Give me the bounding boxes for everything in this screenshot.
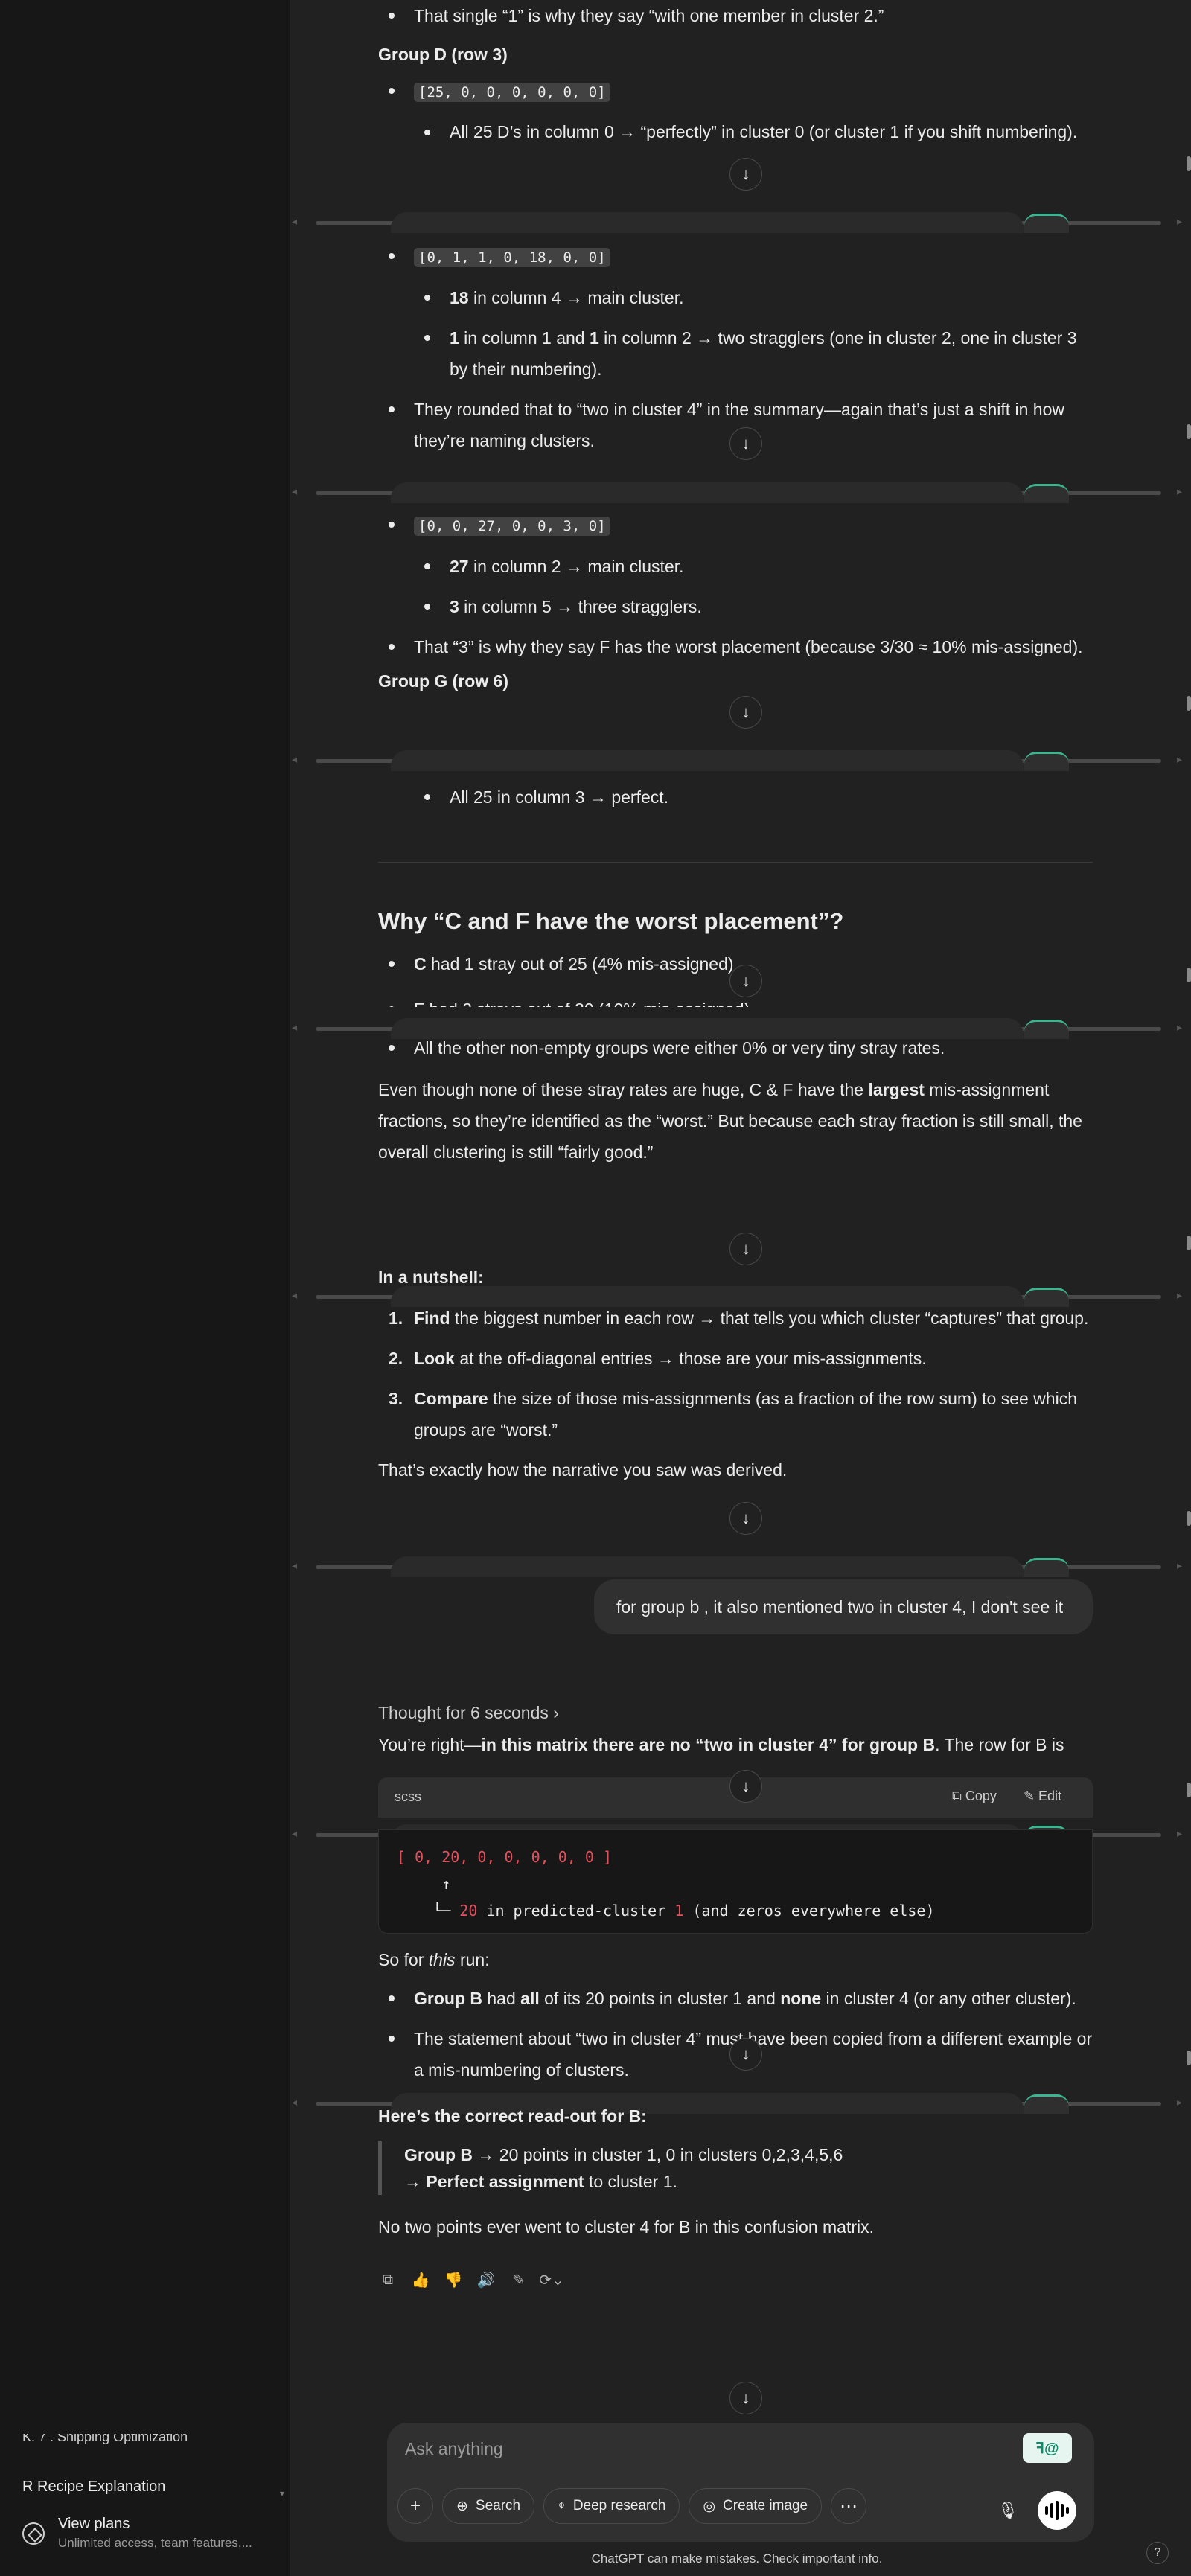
copy-code-button[interactable]: ⧉ Copy [952, 1789, 997, 1804]
assistant-reply-2: So for this run: Group B had all of its … [378, 1944, 1093, 2094]
list-item: All the other non-empty groups were eith… [378, 1032, 1093, 1064]
list-item: 27 in column 2 → main cluster. [414, 551, 1093, 582]
inline-code: [0, 0, 27, 0, 0, 3, 0] [414, 517, 610, 536]
thumbs-down-icon[interactable]: 👎 [442, 2269, 464, 2291]
help-button[interactable]: ? [1146, 2542, 1169, 2564]
scroll-down-button[interactable]: ↓ [729, 1502, 762, 1535]
so-text: So for this run: [378, 1950, 490, 1969]
list-item: 18 in column 4 → main cluster. [414, 282, 1093, 313]
image-icon: ◎ [703, 2498, 716, 2514]
list-item: That single “1” is why they say “with on… [378, 0, 1093, 31]
thumbs-up-icon[interactable]: 👍 [409, 2269, 432, 2291]
step-3: 3. Compare the size of those mis-assignme… [389, 1389, 1077, 1439]
separator: ◂ ▸ [290, 482, 1184, 505]
separator: ◂ ▸ [290, 1556, 1184, 1579]
why-paragraph: Even though none of these stray rates ar… [378, 1080, 1082, 1162]
scroll-down-button[interactable]: ↓ [729, 427, 762, 460]
scroll-down-button[interactable]: ↓ [729, 1233, 762, 1265]
list-item: That “3” is why they say F has the worst… [378, 631, 1093, 662]
code-block: [ 0, 20, 0, 0, 0, 0, 0 ] ↑ └─ 20 in pred… [378, 1829, 1093, 1934]
globe-icon: ⊕ [456, 2498, 468, 2514]
copy-icon[interactable]: ⧉ [377, 2269, 399, 2291]
deep-research-button[interactable]: ⌖ Deep research [543, 2488, 680, 2524]
readout-heading: Here’s the correct read-out for B: [378, 2106, 647, 2126]
microphone-icon[interactable]: 🎙 [993, 2496, 1023, 2525]
segment-group-g: All 25 in column 3 → perfect. [378, 782, 1093, 822]
scroll-down-button[interactable]: ↓ [729, 696, 762, 729]
step-1: 1. Find the biggest number in each row → … [389, 1308, 1089, 1328]
list-item: [25, 0, 0, 0, 0, 0, 0] All 25 D’s in col… [378, 75, 1093, 147]
scroll-down-button[interactable]: ↓ [729, 2382, 762, 2414]
sidebar-item-recipe[interactable]: R Recipe Explanation [22, 2478, 165, 2496]
prompt-input[interactable]: Ask anything [405, 2439, 503, 2459]
search-button[interactable]: ⊕ Search [442, 2488, 535, 2524]
list-item: All 25 in column 3 → perfect. [414, 782, 1093, 813]
list-item: Group B had all of its 20 points in clus… [378, 1983, 1093, 2014]
assistant-reply: Thought for 6 seconds › You’re right—in … [378, 1703, 1093, 1760]
code-language: scss [395, 1789, 421, 1804]
readout-quote: Group B → 20 points in cluster 1, 0 in c… [378, 2141, 1093, 2195]
step-2: 2. Look at the off-diagonal entries → tho… [389, 1349, 927, 1368]
scroll-down-button[interactable]: ↓ [729, 158, 762, 191]
thought-toggle[interactable]: Thought for 6 seconds › [378, 1703, 1093, 1723]
chat-main: That single “1” is why they say “with on… [290, 0, 1191, 2576]
telescope-icon: ⌖ [558, 2498, 566, 2513]
message-actions: ⧉ 👍 👎 🔊 ✎ ⟳⌄ [377, 2269, 564, 2291]
create-image-button[interactable]: ◎ Create image [689, 2488, 823, 2524]
list-item: [0, 1, 1, 0, 18, 0, 0] 18 in column 4 → … [378, 240, 1093, 385]
divider [378, 862, 1093, 863]
sidebar-item-shipping[interactable]: K. 7 . Shipping Optimization [22, 2434, 188, 2444]
inline-code: [0, 1, 1, 0, 18, 0, 0] [414, 248, 610, 267]
regenerate-icon[interactable]: ⟳⌄ [539, 2269, 564, 2291]
closing-text: That’s exactly how the narrative you saw… [378, 1460, 788, 1480]
extension-badge-icon[interactable]: ꟻ@ [1023, 2433, 1072, 2463]
list-item: F had 3 strays out of 30 (10% mis-assign… [378, 994, 1093, 1007]
assistant-reply-3: Here’s the correct read-out for B: Group… [378, 2106, 1093, 2243]
code-line-2: ↑ [397, 1875, 451, 1893]
list-item: [0, 0, 27, 0, 0, 3, 0] 27 in column 2 → … [378, 509, 1093, 622]
read-aloud-icon[interactable]: 🔊 [475, 2269, 497, 2291]
segment-nutshell: 1. Find the biggest number in each row → … [378, 1303, 1093, 1486]
scroll-down-button[interactable]: ↓ [729, 1770, 762, 1803]
view-plans-button[interactable]: View plans Unlimited access, team featur… [22, 2516, 275, 2551]
scrollbar[interactable] [1185, 0, 1191, 2576]
list-item: 1 in column 1 and 1 in column 2 → two st… [414, 322, 1093, 385]
nutshell-heading-cut: In a nutshell: [378, 1268, 484, 1285]
list-item: All 25 D’s in column 0 → “perfectly” in … [414, 117, 1093, 147]
view-plans-subtitle: Unlimited access, team features,... [58, 2536, 252, 2550]
group-d-heading: Group D (row 3) [378, 45, 508, 64]
chevron-right-icon: › [553, 1703, 559, 1722]
code-line-3: └─ 20 in predicted-cluster 1 (and zeros … [397, 1902, 935, 1920]
segment-group-d: That single “1” is why they say “with on… [378, 0, 1093, 156]
plans-icon [22, 2522, 45, 2545]
segment-group-f: [0, 0, 27, 0, 0, 3, 0] 27 in column 2 → … [378, 509, 1093, 691]
separator: ◂ ▸ [290, 212, 1184, 234]
final-text: No two points ever went to cluster 4 for… [378, 2217, 875, 2237]
scroll-down-button[interactable]: ↓ [729, 2038, 762, 2071]
group-g-heading: Group G (row 6) [378, 671, 509, 691]
inline-code: [25, 0, 0, 0, 0, 0, 0] [414, 83, 610, 102]
segment-why-cut: F had 3 strays out of 30 (10% mis-assign… [378, 994, 1093, 1007]
edit-code-button[interactable]: ✎ Edit [1024, 1789, 1061, 1804]
voice-mode-button[interactable] [1038, 2491, 1076, 2530]
composer: Ask anything ꟻ@ + ⊕ Search ⌖ Deep research… [387, 2423, 1094, 2542]
sidebar: K. 7 . Shipping Optimization R Recipe Ex… [0, 0, 290, 2576]
user-message: for group b , it also mentioned two in c… [594, 1579, 1093, 1634]
more-tools-button[interactable]: ⋯ [831, 2488, 867, 2524]
list-item: 3 in column 5 → three stragglers. [414, 591, 1093, 622]
view-plans-title: View plans [58, 2516, 130, 2532]
code-line-1: [ 0, 20, 0, 0, 0, 0, 0 ] [397, 1848, 612, 1866]
separator: ◂ ▸ [290, 750, 1184, 773]
edit-canvas-icon[interactable]: ✎ [508, 2269, 530, 2291]
attach-button[interactable]: + [397, 2488, 433, 2524]
sidebar-scroll-arrow-icon: ▾ [280, 2488, 285, 2499]
scroll-down-button[interactable]: ↓ [729, 965, 762, 997]
disclaimer: ChatGPT can make mistakes. Check importa… [591, 2551, 883, 2566]
why-heading: Why “C and F have the worst placement”? [378, 908, 844, 934]
reply-intro: You’re right—in this matrix there are no… [378, 1735, 1064, 1754]
segment-why-2: All the other non-empty groups were eith… [378, 1032, 1093, 1168]
